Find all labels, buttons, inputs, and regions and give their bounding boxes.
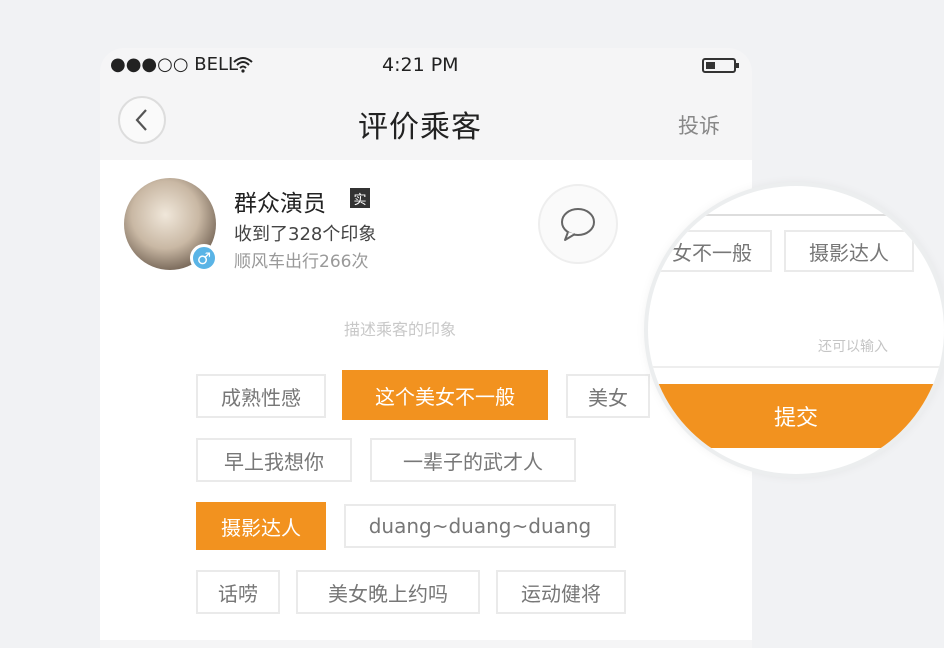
page-title: 评价乘客 — [358, 110, 482, 145]
chevron-left-icon — [135, 109, 147, 131]
tag-3[interactable]: 美女 — [566, 374, 650, 418]
tag-hint: 描述乘客的印象 — [344, 320, 457, 339]
tag-7[interactable]: duang~duang~duang — [344, 504, 616, 548]
char-counter: 还可以输入 — [818, 339, 888, 355]
tag-5[interactable]: 一辈子的武才人 — [370, 438, 576, 482]
tag-8[interactable]: 话唠 — [196, 570, 280, 614]
user-name: 群众演员 — [234, 191, 326, 217]
battery-icon — [702, 58, 739, 73]
navigation-bar: 评价乘客 投诉 — [100, 90, 752, 152]
complain-button[interactable]: 投诉 — [678, 110, 720, 140]
male-gender-icon: ♂ — [190, 244, 218, 272]
submit-button[interactable]: 提交 — [648, 384, 944, 448]
status-time: 4:21 PM — [382, 54, 459, 76]
tag-4[interactable]: 早上我想你 — [196, 438, 352, 482]
tag-2[interactable]: 这个美女不一般 — [342, 370, 548, 420]
impressions-count: 收到了328个印象 — [234, 224, 377, 245]
back-button[interactable] — [118, 96, 166, 144]
chat-bubble-icon — [561, 208, 595, 241]
magnifier-zoom: 女不一般 摄影达人 还可以输入 提交 — [648, 186, 944, 474]
tag-1[interactable]: 成熟性感 — [196, 374, 326, 418]
verified-badge: 实 — [350, 188, 370, 208]
trips-count: 顺风车出行266次 — [234, 252, 369, 272]
tag-9[interactable]: 美女晚上约吗 — [296, 570, 480, 614]
tag-10[interactable]: 运动健将 — [496, 570, 626, 614]
signal-carrier: ●●●○○ BELL — [110, 54, 239, 75]
divider — [702, 214, 922, 216]
message-button[interactable] — [538, 184, 618, 264]
status-bar: ●●●○○ BELL 4:21 PM — [110, 52, 750, 80]
zoom-tag-2[interactable]: 摄影达人 — [784, 230, 914, 272]
zoom-tag-1[interactable]: 女不一般 — [652, 230, 772, 272]
tag-6[interactable]: 摄影达人 — [196, 502, 326, 550]
divider — [648, 366, 944, 368]
wifi-icon — [233, 57, 253, 73]
